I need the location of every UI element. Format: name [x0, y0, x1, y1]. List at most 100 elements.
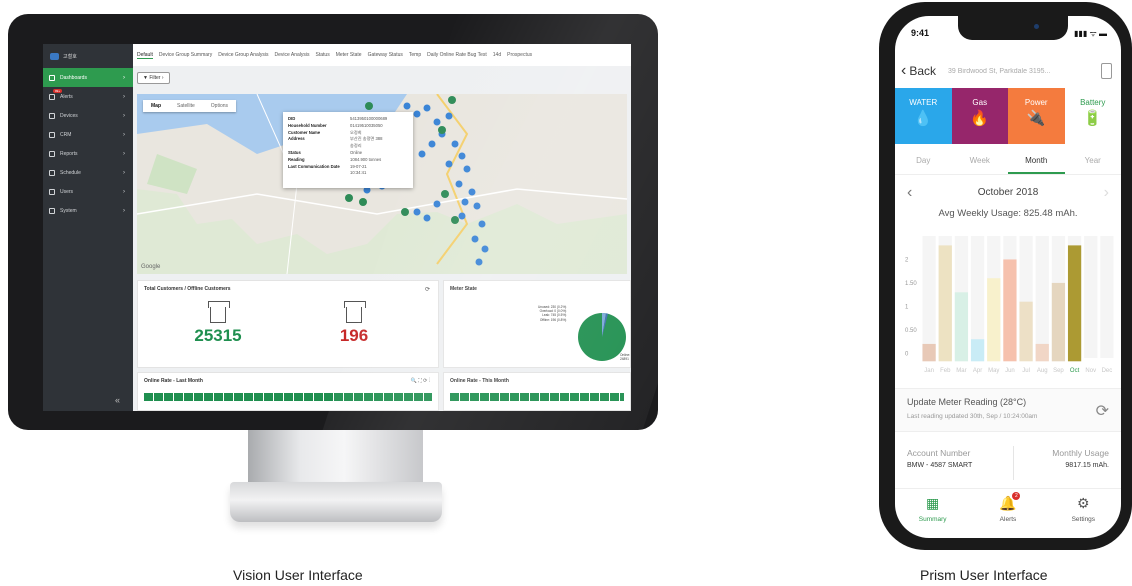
popup-row: Reading 1084.900 tonnes — [288, 157, 408, 164]
popup-row: Household Number 01419510035050 — [288, 123, 408, 130]
sidebar-item-dashboards[interactable]: Dashboards › — [43, 68, 133, 87]
popup-key: Customer Name — [288, 129, 321, 135]
online-rate-this-month-card: Online Rate - This Month — [443, 372, 631, 411]
tile-power[interactable]: Power 🔌 — [1008, 88, 1065, 144]
filter-button[interactable]: ▼ Filter › — [137, 72, 170, 84]
map-tab-map[interactable]: Map — [143, 100, 169, 112]
refresh-icon[interactable]: ⟳ — [425, 286, 430, 293]
tab-device-analysis[interactable]: Device Analysis — [275, 52, 310, 58]
usage-bar[interactable] — [970, 339, 985, 362]
update-meter-panel[interactable]: Update Meter Reading (28°C) Last reading… — [895, 388, 1121, 432]
caption-vision: Vision User Interface — [233, 567, 363, 583]
usage-bar[interactable] — [987, 278, 1001, 362]
popup-value: 5413950100000689 — [350, 116, 388, 121]
chart-tools[interactable]: 🔍 ⛶ ⟳ ⋮ — [411, 378, 430, 384]
desktop-screen: 고철호 Dashboards › 99+ Alerts › Devices › — [43, 44, 631, 411]
google-logo: Google — [141, 264, 161, 270]
address-text: 39 Birdwood St, Parkdale 3195... — [948, 67, 1051, 75]
popup-value: 10:34:41 — [350, 170, 367, 176]
x-tick-label: Jun — [1005, 368, 1015, 374]
usage-bar[interactable] — [938, 245, 952, 362]
sidebar-item-label: Reports — [60, 150, 78, 157]
tab-status[interactable]: Status — [316, 52, 330, 58]
sidebar-item-label: Users — [60, 188, 74, 195]
building-icon — [344, 301, 366, 323]
map-tab-options[interactable]: Options — [203, 100, 236, 112]
map-view[interactable]: Map Satellite Options Google DID 54139501… — [137, 94, 627, 274]
popup-key: Status — [288, 149, 301, 155]
gear-icon: ⚙ — [1077, 495, 1090, 511]
calendar-icon — [49, 169, 55, 176]
tab-month[interactable]: Month — [1008, 147, 1065, 174]
tab-alerts[interactable]: 🔔 2 Alerts — [970, 489, 1045, 538]
usage-bar[interactable] — [1019, 301, 1033, 362]
stage: 고철호 Dashboards › 99+ Alerts › Devices › — [0, 0, 1132, 586]
sidebar-item-system[interactable]: System › — [43, 201, 133, 220]
usage-bar[interactable] — [1067, 245, 1082, 362]
popup-key: Reading — [288, 156, 305, 162]
tile-water[interactable]: WATER 💧 — [895, 88, 952, 144]
tile-label: Power — [1024, 98, 1048, 107]
popup-row: Status Online — [288, 150, 408, 157]
tab-summary[interactable]: ▦ Summary — [895, 489, 970, 538]
x-tick-label: Sep — [1053, 368, 1064, 374]
sidebar-item-devices[interactable]: Devices › — [43, 106, 133, 125]
tab-device-group-summary[interactable]: Device Group Summary — [159, 52, 212, 58]
bottom-tab-bar: ▦ Summary 🔔 2 Alerts ⚙ Settings — [895, 488, 1121, 538]
filter-label: Filter — [149, 75, 161, 81]
tab-prospectus[interactable]: Prospectus — [507, 52, 532, 58]
sidebar-item-reports[interactable]: Reports › — [43, 144, 133, 163]
tab-daily-online-rate[interactable]: Daily Online Rate Bug Test — [427, 52, 487, 58]
tab-meter-state[interactable]: Meter State — [336, 52, 362, 58]
sidebar-item-users[interactable]: Users › — [43, 182, 133, 201]
period-tabs: Day Week Month Year — [895, 147, 1121, 175]
usage-bar[interactable] — [922, 343, 936, 362]
tab-settings[interactable]: ⚙ Settings — [1046, 489, 1121, 538]
map-tab-satellite[interactable]: Satellite — [169, 100, 203, 112]
chevron-right-icon: › — [123, 169, 125, 176]
sidebar-item-label: Dashboards — [60, 74, 87, 81]
usage-bar[interactable] — [1035, 343, 1049, 362]
tab-temp[interactable]: Temp — [409, 52, 421, 58]
utility-tiles: WATER 💧 Gas 🔥 Power 🔌 Battery 🔋 — [895, 88, 1121, 144]
tab-day[interactable]: Day — [895, 147, 952, 174]
tab-week[interactable]: Week — [952, 147, 1009, 174]
back-button[interactable]: ‹ Back — [901, 63, 936, 79]
tile-gas[interactable]: Gas 🔥 — [951, 88, 1008, 144]
sidebar: 고철호 Dashboards › 99+ Alerts › Devices › — [43, 44, 133, 411]
tab-device-group-analysis[interactable]: Device Group Analysis — [218, 52, 268, 58]
chevron-right-icon: › — [123, 131, 125, 138]
monthly-usage-value: 9817.15 mAh. — [1065, 462, 1109, 469]
tab-gateway-status[interactable]: Gateway Status — [368, 52, 403, 58]
meter-state-card: Meter State Unused: 230 (0.2%) Overload:… — [443, 280, 631, 368]
y-tick-label: 1 — [905, 304, 909, 310]
monitor-frame: 고철호 Dashboards › 99+ Alerts › Devices › — [8, 14, 658, 430]
y-tick-label: 0.50 — [905, 328, 917, 334]
sidebar-item-label: CRM — [60, 131, 72, 138]
tile-label: WATER — [909, 98, 938, 107]
sidebar-item-label: Devices — [60, 112, 78, 119]
sidebar-item-crm[interactable]: CRM › — [43, 125, 133, 144]
collapse-sidebar-icon[interactable]: « — [115, 395, 120, 405]
tile-battery[interactable]: Battery 🔋 — [1064, 88, 1121, 144]
tab-default[interactable]: Default — [137, 52, 153, 59]
popup-key — [288, 170, 350, 177]
sidebar-item-alerts[interactable]: 99+ Alerts › — [43, 87, 133, 106]
flame-icon: 🔥 — [970, 110, 990, 127]
usage-bar[interactable] — [954, 292, 969, 362]
x-tick-label: May — [988, 368, 999, 374]
tab-year[interactable]: Year — [1065, 147, 1122, 174]
x-tick-label: Dec — [1102, 368, 1113, 374]
sidebar-item-schedule[interactable]: Schedule › — [43, 163, 133, 182]
tab-14d[interactable]: 14d — [493, 52, 501, 58]
next-month-button[interactable]: › — [1104, 184, 1109, 202]
popup-row: 10:34:41 — [288, 170, 408, 177]
refresh-icon[interactable]: ⟳ — [1096, 401, 1109, 421]
y-tick-label: 1.50 — [905, 281, 917, 287]
account-summary: Account Number BMW - 4587 SMART Monthly … — [895, 434, 1121, 486]
account-icon[interactable] — [1101, 63, 1112, 79]
usage-bar[interactable] — [1003, 259, 1017, 362]
usage-bar[interactable] — [1051, 282, 1066, 362]
card-title: Online Rate - This Month — [450, 378, 509, 384]
nav-bar: ‹ Back 39 Birdwood St, Parkdale 3195... — [895, 56, 1121, 86]
